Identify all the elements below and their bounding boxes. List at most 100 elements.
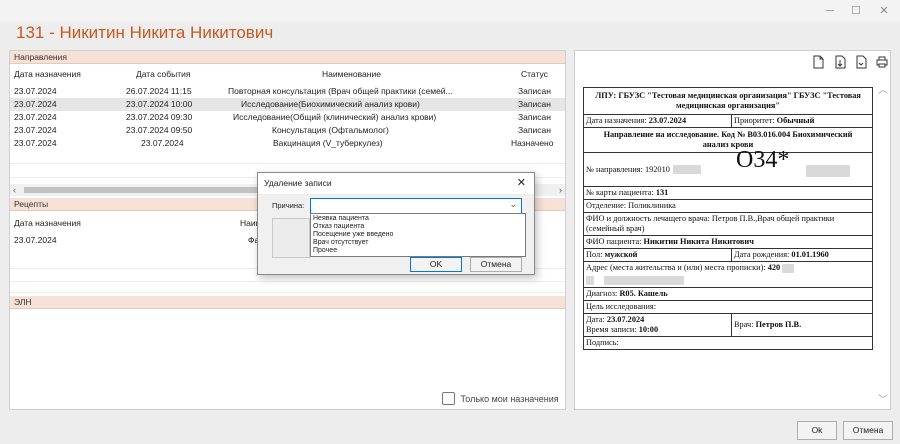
doc-dob-label: Дата рождения:: [734, 250, 790, 259]
doc-diagnosis-label: Диагноз:: [586, 289, 618, 298]
table-row[interactable]: 23.07.2024 23.07.2024 09:30 Исследование…: [10, 111, 565, 124]
dialog-cancel-button[interactable]: Отмена: [470, 257, 522, 272]
doc-patient-label: ФИО пациента:: [586, 237, 642, 246]
cell-date: 23.07.2024: [14, 125, 57, 135]
redacted-area: [782, 263, 795, 273]
only-mine-label: Только мои назначения: [460, 393, 559, 404]
cell-status: Записан: [518, 99, 551, 109]
document-preview-panel: ЛПУ: ГБУЗС "Тестовая медицинская организ…: [574, 50, 891, 410]
doc-visit-date-label: Дата:: [586, 315, 605, 324]
checkbox-icon[interactable]: [442, 392, 455, 405]
doc-date-label: Дата назначения:: [586, 116, 647, 125]
only-mine-checkbox[interactable]: Только мои назначения: [442, 392, 559, 408]
page-title: 131 - Никитин Никита Никитович: [16, 23, 274, 42]
cell-status: Назначено: [511, 138, 554, 148]
scroll-thumb[interactable]: [24, 187, 260, 193]
doc-card-value: 131: [655, 188, 669, 197]
doc-barcode-row: № направления: 192010 O34*: [583, 147, 873, 187]
column-header[interactable]: Наименование: [322, 68, 381, 80]
doc-priority-value: Обычный: [776, 116, 815, 125]
scroll-right-icon[interactable]: ›: [559, 184, 562, 196]
cell-status: Записан: [518, 125, 551, 135]
chevron-down-icon[interactable]: ⌄: [509, 199, 517, 210]
scroll-up-icon[interactable]: ︿: [878, 81, 888, 96]
cell-name: Исследование(Биохимический анализ крови): [241, 99, 420, 109]
doc-purpose: Цель исследования:: [583, 301, 873, 314]
doc-card-label: № карты пациента:: [586, 188, 654, 197]
cell-name: Консультация (Офтальмолог): [272, 125, 389, 135]
doc-address-row: Адрес (места жительства и (или) места пр…: [583, 262, 873, 288]
doc-patient-row: ФИО пациента: Никитин Никита Никитович: [583, 236, 873, 249]
cancel-button[interactable]: Отмена: [843, 421, 893, 440]
redacted-area: [673, 165, 701, 174]
cell-name: Вакцинация (V_туберкулез): [273, 138, 383, 148]
doc-visit-date-value: 23.07.2024: [606, 315, 645, 324]
doc-card-row: № карты пациента: 131: [583, 187, 873, 200]
doc-diagnosis-row: Диагноз: R05. Кашель: [583, 288, 873, 301]
directions-section-header: Направления: [10, 51, 565, 64]
dialog-ok-button[interactable]: OK: [410, 257, 462, 272]
dropdown-option[interactable]: Отказ пациента: [313, 223, 523, 231]
doc-doctor-line: ФИО и должность лечащего врача: Петров П…: [583, 213, 873, 236]
cell-status: Записан: [518, 86, 551, 96]
doc-sex-value: мужской: [604, 250, 638, 259]
cell-event-date: 26.07.2024 11:15: [126, 86, 192, 96]
redacted-area: [806, 165, 850, 177]
export-icon[interactable]: [833, 55, 847, 69]
redacted-area: [604, 275, 685, 285]
table-row[interactable]: 23.07.2024 23.07.2024 09:50 Консультация…: [10, 124, 565, 137]
doc-sex-row: Пол: мужской Дата рождения: 01.01.1960: [583, 249, 873, 262]
doc-sex-label: Пол:: [586, 250, 603, 259]
column-header[interactable]: Статус: [521, 68, 548, 80]
doc-visit-time-value: 10:00: [638, 325, 659, 334]
cell-event-date: 23.07.2024 09:50: [126, 125, 193, 135]
print-icon[interactable]: [875, 55, 889, 69]
dropdown-option[interactable]: Врач отсутствует: [313, 239, 523, 247]
doc-doctor-label: Врач:: [734, 320, 754, 329]
column-header[interactable]: Дата назначения: [14, 68, 81, 80]
referral-document: ЛПУ: ГБУЗС "Тестовая медицинская организ…: [583, 87, 873, 350]
doc-signature: Подпись:: [583, 337, 873, 350]
dropdown-option[interactable]: Посещение уже введено: [313, 231, 523, 239]
dialog-title: Удаление записи: [264, 178, 332, 188]
window-titlebar: ─ ☐ ✕: [0, 0, 900, 22]
cell-name: Исследование(Общий (клинический) анализ …: [233, 112, 437, 122]
doc-direction-number: № направления: 192010: [586, 165, 670, 174]
cell-date: 23.07.2024: [14, 86, 57, 96]
dialog-close-icon[interactable]: ✕: [517, 176, 526, 189]
minimize-icon[interactable]: ─: [816, 0, 844, 22]
column-header[interactable]: Дата события: [136, 68, 190, 80]
comment-area[interactable]: [272, 218, 310, 258]
doc-diagnosis-value: R05. Кашель: [619, 289, 668, 298]
doc-visit-time-label: Время записи:: [586, 325, 637, 334]
ok-button[interactable]: Ok: [797, 421, 837, 440]
column-header[interactable]: Дата назначения: [14, 217, 81, 229]
cell-event-date: 23.07.2024 09:30: [126, 112, 193, 122]
doc-doctor-value: Петров П.В.: [755, 320, 802, 329]
cell-date: 23.07.2024: [14, 235, 57, 245]
redacted-area: [586, 275, 594, 285]
cell-event-date: 23.07.2024: [141, 138, 184, 148]
edit-icon[interactable]: [811, 55, 825, 69]
maximize-icon[interactable]: ☐: [842, 0, 870, 22]
close-icon[interactable]: ✕: [870, 0, 898, 22]
doc-department: Отделение: Поликлиника: [583, 200, 873, 213]
vertical-scrollbar[interactable]: ︿ ﹀: [877, 81, 889, 406]
reason-select[interactable]: ⌄: [310, 198, 522, 214]
reason-label: Причина:: [272, 201, 305, 210]
dropdown-option[interactable]: Прочее: [313, 247, 523, 255]
table-row[interactable]: 23.07.2024 23.07.2024 Вакцинация (V_тубе…: [10, 137, 565, 150]
doc-visit-row: Дата: 23.07.2024 Время записи: 10:00 Вра…: [583, 314, 873, 337]
cell-date: 23.07.2024: [14, 112, 57, 122]
cell-date: 23.07.2024: [14, 138, 57, 148]
table-row[interactable]: 23.07.2024 23.07.2024 10:00 Исследование…: [10, 98, 565, 111]
directions-header-row: Дата назначения Дата события Наименовани…: [10, 68, 565, 81]
scroll-down-icon[interactable]: ﹀: [878, 391, 888, 406]
scroll-left-icon[interactable]: ‹: [13, 184, 16, 196]
doc-barcode-text: O34*: [736, 147, 790, 173]
cell-event-date: 23.07.2024 10:00: [126, 99, 193, 109]
table-row[interactable]: 23.07.2024 26.07.2024 11:15 Повторная ко…: [10, 85, 565, 98]
dropdown-option[interactable]: Неявка пациента: [313, 215, 523, 223]
directions-table: Дата назначения Дата события Наименовани…: [10, 64, 565, 184]
download-icon[interactable]: [854, 55, 868, 69]
